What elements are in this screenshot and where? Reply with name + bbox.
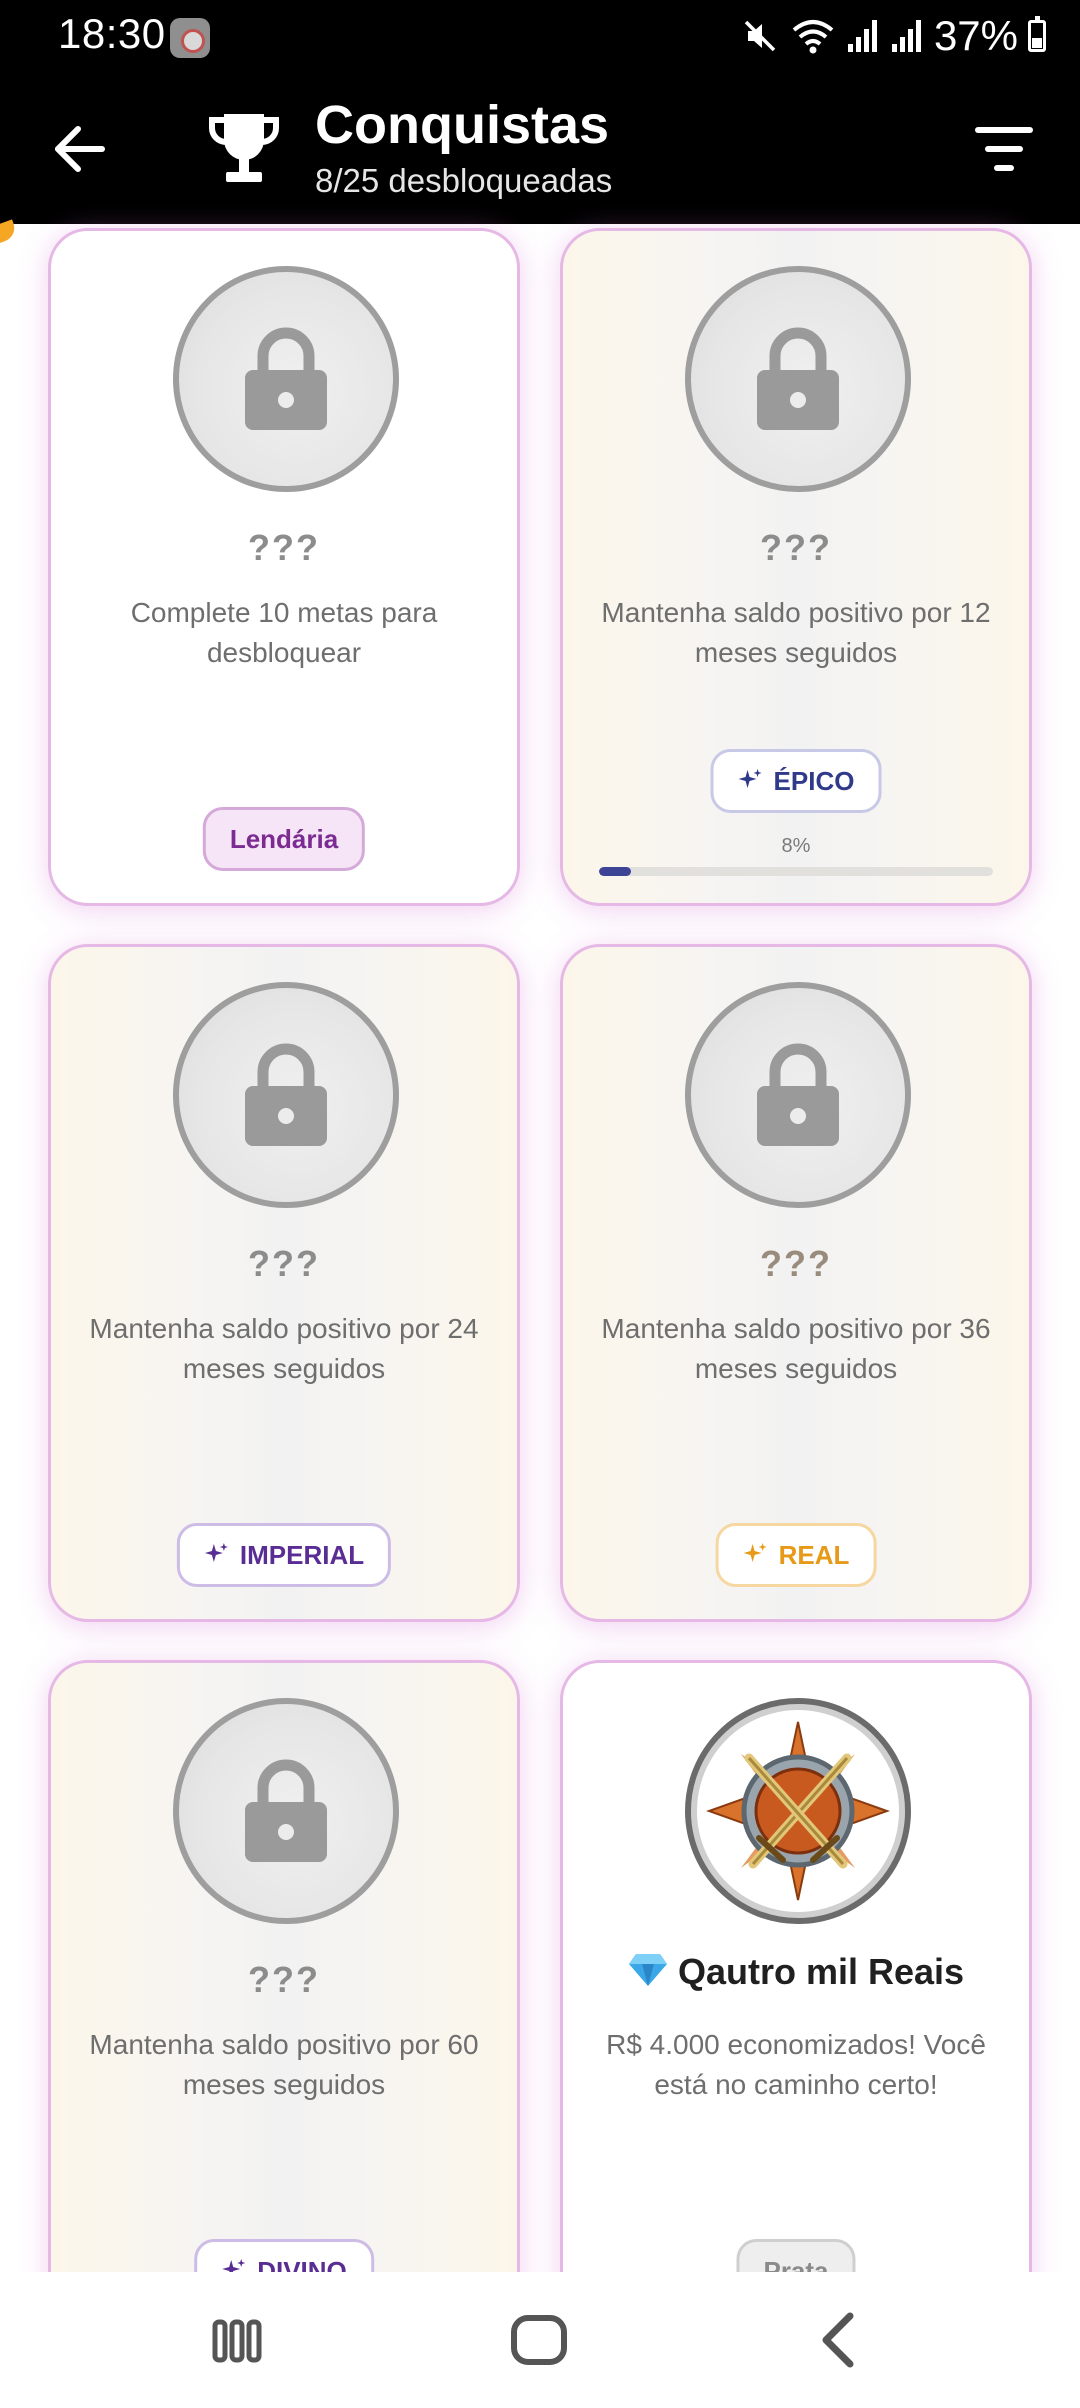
diamond-icon <box>628 1954 667 1986</box>
lock-icon <box>757 1043 839 1146</box>
achievement-title: ??? <box>248 527 320 568</box>
achievement-description: Mantenha saldo positivo por 12 meses seg… <box>601 597 991 668</box>
achievement-description: Mantenha saldo positivo por 60 meses seg… <box>89 2029 479 2100</box>
achievement-medal <box>173 266 399 492</box>
achievement-card[interactable]: ??? Mantenha saldo positivo por 36 meses… <box>560 944 1032 1622</box>
achievement-title: ??? <box>760 1243 832 1284</box>
achievement-title: ??? <box>760 527 832 568</box>
achievement-medal <box>685 982 911 1208</box>
achievement-title: ??? <box>248 1959 320 2000</box>
progress-bar <box>599 867 993 876</box>
progress-percent: 8% <box>781 835 811 857</box>
signal-icon-1 <box>847 20 877 52</box>
rarity-label: Lendária <box>229 823 339 854</box>
achievement-description: Complete 10 metas para desbloquear <box>130 597 438 668</box>
home-icon[interactable] <box>484 2292 594 2388</box>
battery-icon <box>1028 16 1046 52</box>
achievement-card[interactable]: ??? Mantenha saldo positivo por 12 meses… <box>560 228 1032 906</box>
achievement-title-text: Qautro mil Reais <box>677 1951 965 1992</box>
mute-icon <box>744 20 776 52</box>
lock-icon <box>245 1043 327 1146</box>
system-back-icon[interactable] <box>786 2292 896 2388</box>
achievement-title: Qautro mil Reais <box>563 1951 1029 1993</box>
rarity-label: REAL <box>778 1539 850 1570</box>
achievement-medal <box>685 1698 911 1924</box>
lock-icon <box>757 327 839 430</box>
page-title: Conquistas <box>315 95 610 155</box>
signal-icon-2 <box>891 20 921 52</box>
achievement-description: Mantenha saldo positivo por 36 meses seg… <box>601 1313 991 1384</box>
rarity-badge: Lendária <box>202 807 366 871</box>
notification-app-icon <box>170 18 210 58</box>
achievement-description: R$ 4.000 economizados! Você está no cami… <box>606 2029 986 2100</box>
achievement-description: Mantenha saldo positivo por 24 meses seg… <box>89 1313 479 1384</box>
sparkle-icon <box>204 1543 228 1562</box>
recent-apps-icon[interactable] <box>182 2292 292 2388</box>
achievement-card[interactable]: Qautro mil Reais R$ 4.000 economizados! … <box>560 1660 1032 2338</box>
rarity-label: ÉPICO <box>773 765 855 796</box>
achievements-screen: 18:30 37% Conquistas 8/25 desbloqueadas … <box>0 0 1080 2408</box>
unlocked-count: 8/25 desbloqueadas <box>315 162 613 199</box>
rarity-badge: ÉPICO <box>710 749 882 813</box>
status-icons: 37% <box>740 8 1046 64</box>
crossed-swords-medal-icon <box>706 1721 890 1901</box>
rarity-label: IMPERIAL <box>239 1539 365 1570</box>
lock-icon <box>245 1759 327 1862</box>
battery-percent: 37% <box>933 12 1018 59</box>
achievement-medal <box>685 266 911 492</box>
navigation-bar <box>0 2272 1080 2408</box>
trophy-icon <box>209 114 279 182</box>
progress-fill <box>599 867 631 876</box>
lock-icon <box>245 327 327 430</box>
wifi-icon <box>792 20 834 54</box>
achievement-card[interactable]: ??? Mantenha saldo positivo por 60 meses… <box>48 1660 520 2338</box>
status-time: 18:30 <box>58 10 166 57</box>
achievement-medal <box>173 1698 399 1924</box>
rarity-badge: REAL <box>715 1523 877 1587</box>
status-bar: 18:30 37% <box>0 0 1080 74</box>
back-arrow-icon[interactable] <box>40 109 120 189</box>
rarity-badge: IMPERIAL <box>176 1523 392 1587</box>
sparkle-icon <box>738 769 762 788</box>
app-bar: Conquistas 8/25 desbloqueadas <box>0 74 1080 224</box>
achievement-card[interactable]: ??? Complete 10 metas para desbloquear L… <box>48 228 520 906</box>
achievement-title: ??? <box>248 1243 320 1284</box>
achievement-card[interactable]: ??? Mantenha saldo positivo por 24 meses… <box>48 944 520 1622</box>
sparkle-icon <box>743 1543 767 1562</box>
filter-icon[interactable] <box>964 114 1044 184</box>
achievement-medal <box>173 982 399 1208</box>
